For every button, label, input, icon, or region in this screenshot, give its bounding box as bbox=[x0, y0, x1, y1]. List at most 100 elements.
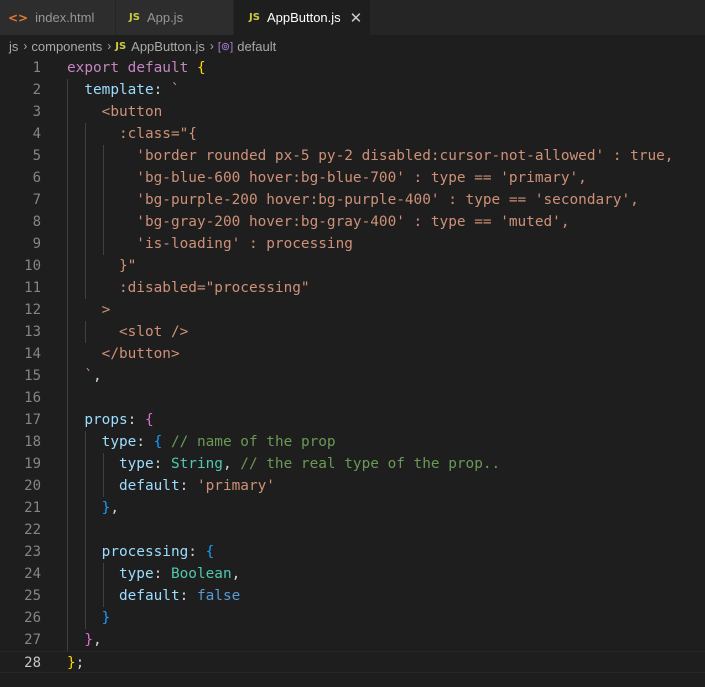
code-text: </button> bbox=[67, 343, 180, 365]
code-line[interactable]: 19 type: String, // the real type of the… bbox=[0, 453, 705, 475]
code-line[interactable]: 2 template: ` bbox=[0, 79, 705, 101]
code-text: 'bg-purple-200 hover:bg-purple-400' : ty… bbox=[67, 189, 639, 211]
indent-guide bbox=[67, 519, 68, 541]
code-text: }" bbox=[67, 255, 136, 277]
chevron-right-icon: › bbox=[23, 39, 28, 53]
code-line[interactable]: 21 }, bbox=[0, 497, 705, 519]
code-token: ` bbox=[170, 82, 180, 98]
code-text: processing: { bbox=[67, 541, 215, 563]
code-line[interactable]: 26 } bbox=[0, 607, 705, 629]
code-token: : bbox=[153, 456, 171, 472]
code-line[interactable]: 9 'is-loading' : processing bbox=[0, 233, 705, 255]
code-line[interactable]: 1 export default { bbox=[0, 57, 705, 79]
code-line[interactable]: 22 bbox=[0, 519, 705, 541]
code-line[interactable]: 10 }" bbox=[0, 255, 705, 277]
code-token: : bbox=[153, 566, 171, 582]
code-token: type bbox=[118, 566, 154, 582]
code-line[interactable]: 15 `, bbox=[0, 365, 705, 387]
code-token: String bbox=[170, 456, 223, 472]
editor-tab-bar: <> index.html JS App.js JS AppButton.js … bbox=[0, 0, 705, 35]
line-number: 24 bbox=[24, 566, 41, 582]
code-line[interactable]: 3 <button bbox=[0, 101, 705, 123]
code-token: 'primary' bbox=[196, 478, 275, 494]
code-text: type: String, // the real type of the pr… bbox=[67, 453, 500, 475]
breadcrumb-file[interactable]: AppButton.js bbox=[131, 39, 205, 54]
code-token: 'border rounded px-5 py-2 disabled:curso… bbox=[67, 148, 674, 164]
code-token: default bbox=[118, 588, 180, 604]
code-text: 'bg-blue-600 hover:bg-blue-700' : type =… bbox=[67, 167, 587, 189]
code-token: { bbox=[153, 434, 163, 450]
line-number: 26 bbox=[24, 610, 41, 626]
code-text: default: 'primary' bbox=[67, 475, 275, 497]
line-number: 7 bbox=[32, 192, 41, 208]
code-text: default: false bbox=[67, 585, 240, 607]
code-token: type bbox=[118, 456, 154, 472]
line-number: 27 bbox=[24, 632, 41, 648]
breadcrumb-symbol[interactable]: default bbox=[237, 39, 276, 54]
code-token: } bbox=[101, 610, 111, 626]
code-line[interactable]: 11 :disabled="processing" bbox=[0, 277, 705, 299]
code-line[interactable]: 25 default: false bbox=[0, 585, 705, 607]
line-number: 1 bbox=[32, 60, 41, 76]
indent-guide bbox=[85, 519, 86, 541]
code-line[interactable]: 17 props: { bbox=[0, 409, 705, 431]
tab-appbutton-js[interactable]: JS AppButton.js ✕ bbox=[234, 0, 371, 35]
code-line[interactable]: 8 'bg-gray-200 hover:bg-gray-400' : type… bbox=[0, 211, 705, 233]
line-number: 12 bbox=[24, 302, 41, 318]
code-text: <slot /> bbox=[67, 321, 188, 343]
tab-index-html[interactable]: <> index.html bbox=[0, 0, 116, 35]
code-token: <button bbox=[67, 104, 163, 120]
code-line[interactable]: 20 default: 'primary' bbox=[0, 475, 705, 497]
line-number: 21 bbox=[24, 500, 41, 516]
line-number: 20 bbox=[24, 478, 41, 494]
code-line[interactable]: 18 type: { // name of the prop bbox=[0, 431, 705, 453]
line-number: 19 bbox=[24, 456, 41, 472]
code-line[interactable]: 24 type: Boolean, bbox=[0, 563, 705, 585]
code-token: { bbox=[196, 60, 206, 76]
code-token: ` bbox=[67, 368, 93, 384]
code-text: props: { bbox=[67, 409, 153, 431]
code-text: :disabled="processing" bbox=[67, 277, 310, 299]
code-text: }; bbox=[67, 652, 84, 674]
code-editor[interactable]: 1 export default {2 template: ` 3 <button 4… bbox=[0, 57, 705, 687]
breadcrumb-components[interactable]: components bbox=[31, 39, 102, 54]
tab-label: App.js bbox=[146, 10, 184, 25]
breadcrumb-js[interactable]: js bbox=[9, 39, 18, 54]
code-line[interactable]: 7 'bg-purple-200 hover:bg-purple-400' : … bbox=[0, 189, 705, 211]
code-token: ; bbox=[75, 655, 85, 671]
line-number: 16 bbox=[24, 390, 41, 406]
code-line[interactable]: 23 processing: { bbox=[0, 541, 705, 563]
code-line[interactable]: 12 > bbox=[0, 299, 705, 321]
line-number: 3 bbox=[32, 104, 41, 120]
code-line[interactable]: 5 'border rounded px-5 py-2 disabled:cur… bbox=[0, 145, 705, 167]
code-line[interactable]: 16 bbox=[0, 387, 705, 409]
code-token: } bbox=[84, 632, 93, 648]
code-token: : bbox=[153, 82, 171, 98]
code-line[interactable]: 28}; bbox=[0, 651, 705, 673]
code-line[interactable]: 13 <slot /> bbox=[0, 321, 705, 343]
line-number: 15 bbox=[24, 368, 41, 384]
code-text: > bbox=[67, 299, 111, 321]
tab-app-js[interactable]: JS App.js bbox=[116, 0, 234, 35]
code-line[interactable]: 6 'bg-blue-600 hover:bg-blue-700' : type… bbox=[0, 167, 705, 189]
code-token: 'bg-blue-600 hover:bg-blue-700' : type =… bbox=[67, 170, 587, 186]
tab-label: AppButton.js bbox=[266, 10, 341, 25]
code-line[interactable]: 14 </button> bbox=[0, 343, 705, 365]
code-text: type: { // name of the prop bbox=[67, 431, 336, 453]
code-token: { bbox=[205, 544, 215, 560]
close-icon[interactable]: ✕ bbox=[350, 9, 363, 27]
line-number: 14 bbox=[24, 346, 41, 362]
line-number: 13 bbox=[24, 324, 41, 340]
code-line[interactable]: 4 :class="{ bbox=[0, 123, 705, 145]
code-text: export default { bbox=[67, 57, 206, 79]
code-token: , bbox=[93, 632, 102, 648]
code-token: > bbox=[67, 302, 111, 318]
code-token: : bbox=[179, 478, 197, 494]
code-line[interactable]: 27 }, bbox=[0, 629, 705, 651]
code-token: :disabled="processing" bbox=[67, 280, 310, 296]
